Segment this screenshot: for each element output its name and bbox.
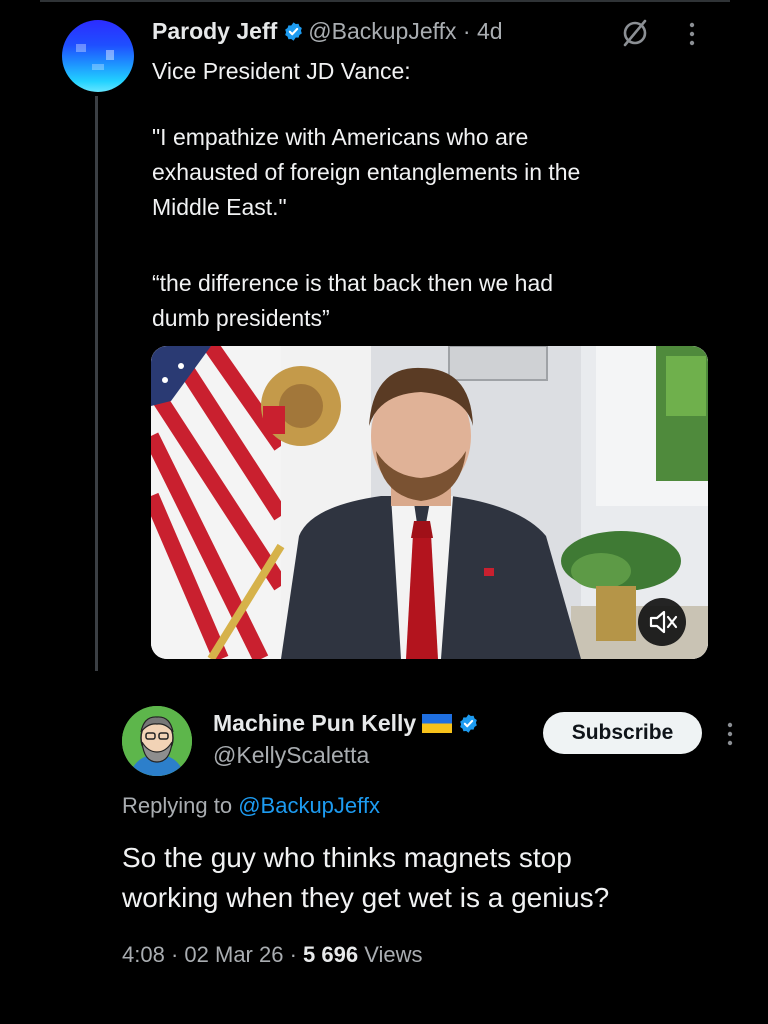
meta-separator: · xyxy=(170,942,179,967)
more-icon[interactable] xyxy=(724,720,736,748)
verified-badge-icon xyxy=(460,714,478,733)
reply-text: So the guy who thinks magnets stop worki… xyxy=(122,838,722,918)
tweet-quote-1: "I empathize with Americans who are exha… xyxy=(152,124,581,220)
grok-icon[interactable] xyxy=(620,18,650,48)
ukraine-flag-icon xyxy=(422,714,453,733)
reply-time[interactable]: 4:08 xyxy=(122,942,165,967)
avatar-pixel xyxy=(92,64,104,70)
avatar-pixel xyxy=(76,44,86,52)
reply-line-2: working when they get wet is a genius? xyxy=(122,882,610,913)
reply-author-name[interactable]: Machine Pun Kelly xyxy=(213,710,416,736)
top-divider xyxy=(40,0,730,2)
verified-badge-icon xyxy=(285,22,303,41)
tweet-video[interactable] xyxy=(151,346,708,659)
machine-pun-kelly-avatar[interactable] xyxy=(122,706,192,776)
meta-separator: · xyxy=(289,942,297,967)
mute-icon[interactable] xyxy=(638,598,686,646)
reply-author-handle[interactable]: @KellyScaletta xyxy=(213,742,369,769)
reply-author: Machine Pun Kelly xyxy=(213,710,483,737)
replying-handle-link[interactable]: @BackupJeffx xyxy=(238,793,380,818)
thread-line xyxy=(95,96,98,671)
tweet-line-intro: Vice President JD Vance: xyxy=(152,58,411,84)
tweet-time-ago[interactable]: 4d xyxy=(477,18,503,44)
avatar-pixel xyxy=(106,50,114,60)
reply-line-1: So the guy who thinks magnets stop xyxy=(122,842,572,873)
subscribe-button[interactable]: Subscribe xyxy=(543,712,702,754)
more-icon[interactable] xyxy=(686,20,698,48)
views-count[interactable]: 5 696 xyxy=(303,942,358,967)
reply-meta: 4:08 · 02 Mar 26 · 5 696 Views xyxy=(122,942,423,968)
tweet-author-handle[interactable]: @BackupJeffx xyxy=(308,18,456,44)
reply-date[interactable]: 02 Mar 26 xyxy=(184,942,283,967)
tweet-separator: · xyxy=(462,18,471,44)
views-label: Views xyxy=(364,942,423,967)
replying-to: Replying to @BackupJeffx xyxy=(122,793,380,819)
parody-jeff-avatar[interactable] xyxy=(62,20,134,92)
tweet-author-name[interactable]: Parody Jeff xyxy=(152,18,277,44)
video-frame xyxy=(151,346,708,659)
replying-prefix: Replying to xyxy=(122,793,233,818)
cartoon-avatar-image xyxy=(122,706,192,776)
tweet-quote-2: “the difference is that back then we had… xyxy=(152,270,554,331)
tweet-header: Parody Jeff @BackupJeffx · 4d xyxy=(152,16,503,46)
